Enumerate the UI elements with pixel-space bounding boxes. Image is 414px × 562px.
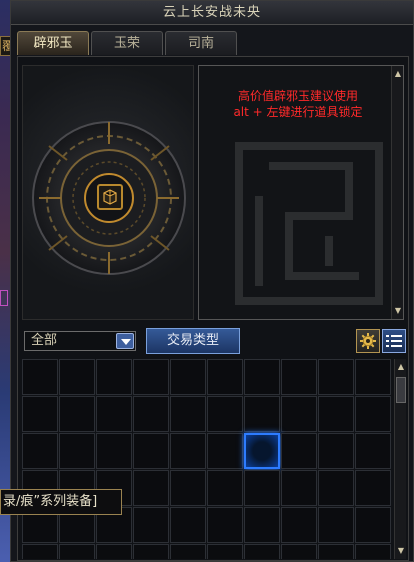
lock-hint-text: 高价值辟邪玉建议使用 alt + 左键进行道具锁定 [209,88,387,120]
tab-yurong[interactable]: 玉荣 [91,31,163,55]
inventory-slot[interactable] [355,433,391,469]
inventory-slot[interactable] [318,470,354,506]
settings-button[interactable] [356,329,380,353]
inventory-slot[interactable] [170,507,206,543]
list-icon [386,335,402,347]
inventory-slot[interactable] [244,359,280,395]
inventory-slot[interactable] [96,433,132,469]
seal-watermark-icon [235,142,383,305]
inventory-slot-selected[interactable] [244,433,280,469]
lock-hint-line-1: 高价值辟邪玉建议使用 [237,89,358,103]
tab-bar: 辟邪玉 玉荣 司南 [17,31,237,55]
inventory-slot[interactable] [207,470,243,506]
inventory-slot[interactable] [59,433,95,469]
info-panel: 高价值辟邪玉建议使用 alt + 左键进行道具锁定 ▲ ▼ [198,65,404,320]
inventory-slot[interactable] [281,470,317,506]
inventory-slot[interactable] [22,544,58,559]
inventory-slot[interactable] [355,470,391,506]
inventory-slot[interactable] [207,396,243,432]
category-select[interactable]: 全部 [24,331,136,351]
inventory-slot[interactable] [281,544,317,559]
lock-hint-line-2: alt + 左键进行道具锁定 [233,105,363,119]
title-bar[interactable]: 云上长安战未央 [11,1,413,25]
inventory-slot[interactable] [22,359,58,395]
chevron-down-icon[interactable] [116,333,134,349]
gear-icon [360,333,376,349]
side-marker [0,290,8,306]
inventory-slot[interactable] [281,359,317,395]
inventory-grid-area [22,359,392,559]
inventory-slot[interactable] [170,544,206,559]
inventory-slot[interactable] [318,359,354,395]
inventory-slot[interactable] [170,470,206,506]
inventory-slot[interactable] [133,507,169,543]
inventory-slot[interactable] [96,359,132,395]
scroll-up-icon[interactable]: ▲ [393,68,403,80]
inventory-slot[interactable] [96,544,132,559]
inventory-slot[interactable] [318,396,354,432]
inventory-slot[interactable] [281,396,317,432]
inventory-slot[interactable] [244,470,280,506]
inventory-slot[interactable] [355,544,391,559]
category-select-value: 全部 [31,333,58,348]
inventory-slot[interactable] [207,507,243,543]
trade-type-button[interactable]: 交易类型 [146,328,240,354]
content-frame: 高价值辟邪玉建议使用 alt + 左键进行道具锁定 ▲ ▼ 全部 交易类型 ▲ … [17,56,409,561]
inventory-slot[interactable] [96,396,132,432]
scroll-thumb[interactable] [396,377,406,403]
inventory-slot[interactable] [318,433,354,469]
inventory-slot[interactable] [355,507,391,543]
inventory-slot[interactable] [170,396,206,432]
inventory-slot[interactable] [244,507,280,543]
emblem-panel [22,65,194,320]
scroll-down-icon[interactable]: ▼ [393,305,403,317]
inventory-slot[interactable] [59,396,95,432]
inventory-slot[interactable] [170,359,206,395]
list-view-button[interactable] [382,329,406,353]
item-tooltip: 录/痕”系列装备] [0,489,122,515]
inventory-slot[interactable] [207,544,243,559]
inventory-slot[interactable] [318,544,354,559]
inventory-slot[interactable] [207,433,243,469]
inventory-slot[interactable] [59,544,95,559]
info-scrollbar[interactable]: ▲ ▼ [391,66,403,319]
inventory-grid [22,359,391,559]
inventory-slot[interactable] [244,544,280,559]
inventory-slot[interactable] [355,359,391,395]
inventory-slot[interactable] [318,507,354,543]
inventory-slot[interactable] [170,433,206,469]
inventory-slot[interactable] [133,359,169,395]
inventory-slot[interactable] [133,396,169,432]
inventory-slot[interactable] [59,359,95,395]
inventory-slot[interactable] [281,433,317,469]
inventory-slot[interactable] [22,396,58,432]
inventory-slot[interactable] [355,396,391,432]
inventory-slot[interactable] [133,544,169,559]
inventory-slot[interactable] [281,507,317,543]
inventory-scrollbar[interactable]: ▲ ▼ [394,359,406,559]
cube-icon [103,189,117,205]
lock-button[interactable] [97,184,123,210]
inventory-slot[interactable] [244,396,280,432]
inventory-slot[interactable] [22,433,58,469]
jade-window: 云上长安战未央 辟邪玉 玉荣 司南 高价值辟邪玉建议使用 alt + 左键进行道… [10,0,414,562]
inventory-slot[interactable] [207,359,243,395]
inventory-slot[interactable] [133,470,169,506]
scroll-down-icon[interactable]: ▼ [396,545,406,557]
window-title: 云上长安战未央 [162,5,261,20]
inventory-slot[interactable] [133,433,169,469]
inventory-toolbar: 全部 交易类型 [22,327,406,355]
tab-sinan[interactable]: 司南 [165,31,237,55]
scroll-up-icon[interactable]: ▲ [396,361,406,373]
tab-bixie-jade[interactable]: 辟邪玉 [17,31,89,55]
